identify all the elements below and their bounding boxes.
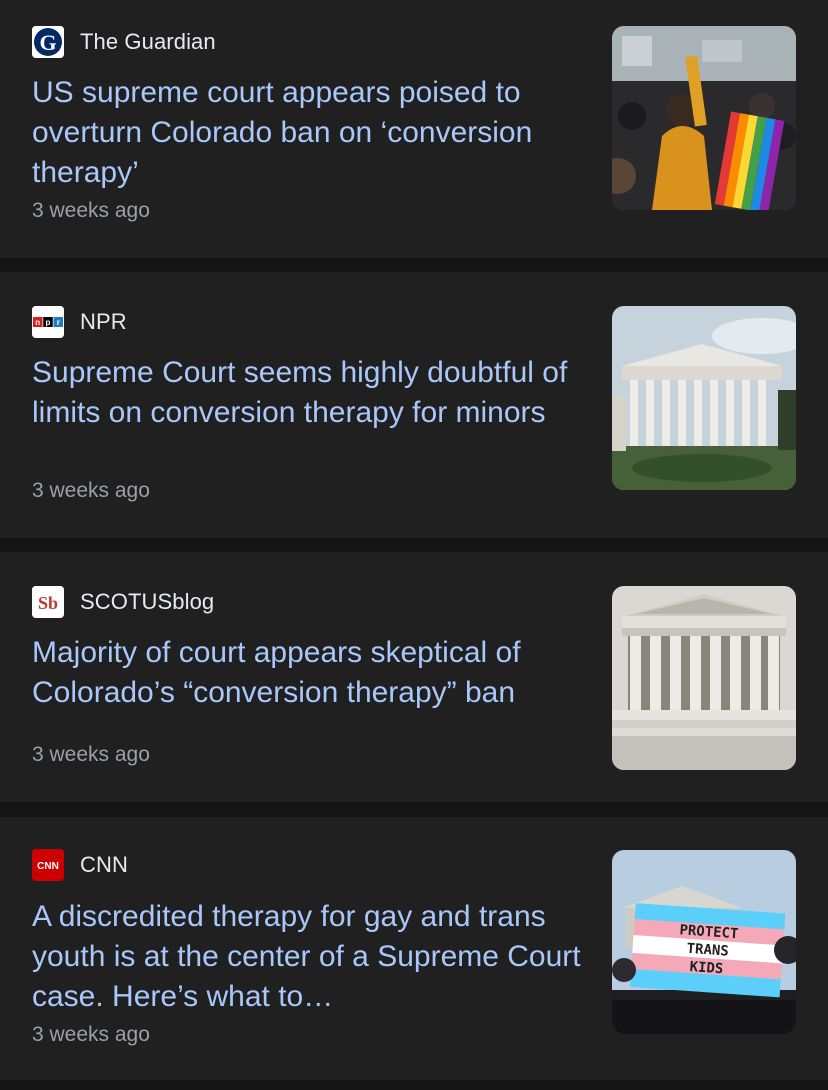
source-row: G The Guardian [32,26,216,58]
svg-text:G: G [39,30,56,55]
article-card-cnn[interactable]: CNN CNN A discredited therapy for gay an… [0,817,828,1080]
news-feed: G The Guardian US supreme court appears … [0,0,828,1090]
svg-text:CNN: CNN [37,861,59,872]
article-time: 3 weeks ago [32,743,150,766]
svg-text:p: p [46,318,51,327]
guardian-logo-icon: G [32,26,64,58]
supreme-court-facade-image[interactable] [612,586,796,770]
source-name: NPR [80,309,127,334]
protest-crowd-rainbow-flag-image[interactable] [612,26,796,210]
article-time: 3 weeks ago [32,199,150,222]
svg-text:n: n [35,318,40,327]
svg-text:KIDS: KIDS [689,959,724,977]
article-headline[interactable]: US supreme court appears poised to overt… [32,73,592,193]
article-card-npr[interactable]: n p r NPR Supreme Court seems highly dou… [0,272,828,538]
article-card-scotusblog[interactable]: Sb SCOTUSblog Majority of court appears … [0,552,828,802]
svg-text:r: r [57,318,60,327]
article-headline[interactable]: A discredited therapy for gay and trans … [32,897,592,1017]
article-headline[interactable]: Majority of court appears skeptical of C… [32,633,592,713]
protect-trans-kids-flag-image[interactable]: PROTECT TRANS KIDS [612,850,796,1034]
source-name: The Guardian [80,29,216,54]
source-row: n p r NPR [32,306,127,338]
scotusblog-logo-icon: Sb [32,586,64,618]
source-name: SCOTUSblog [80,589,215,614]
article-time: 3 weeks ago [32,479,150,502]
source-row: CNN CNN [32,849,128,881]
svg-text:Sb: Sb [38,593,58,613]
source-row: Sb SCOTUSblog [32,586,214,618]
source-name: CNN [80,852,128,877]
npr-logo-icon: n p r [32,306,64,338]
cnn-logo-icon: CNN [32,849,64,881]
svg-text:TRANS: TRANS [686,941,729,960]
article-time: 3 weeks ago [32,1023,150,1046]
article-card-guardian[interactable]: G The Guardian US supreme court appears … [0,0,828,258]
supreme-court-building-image[interactable] [612,306,796,490]
article-headline[interactable]: Supreme Court seems highly doubtful of l… [32,353,592,433]
